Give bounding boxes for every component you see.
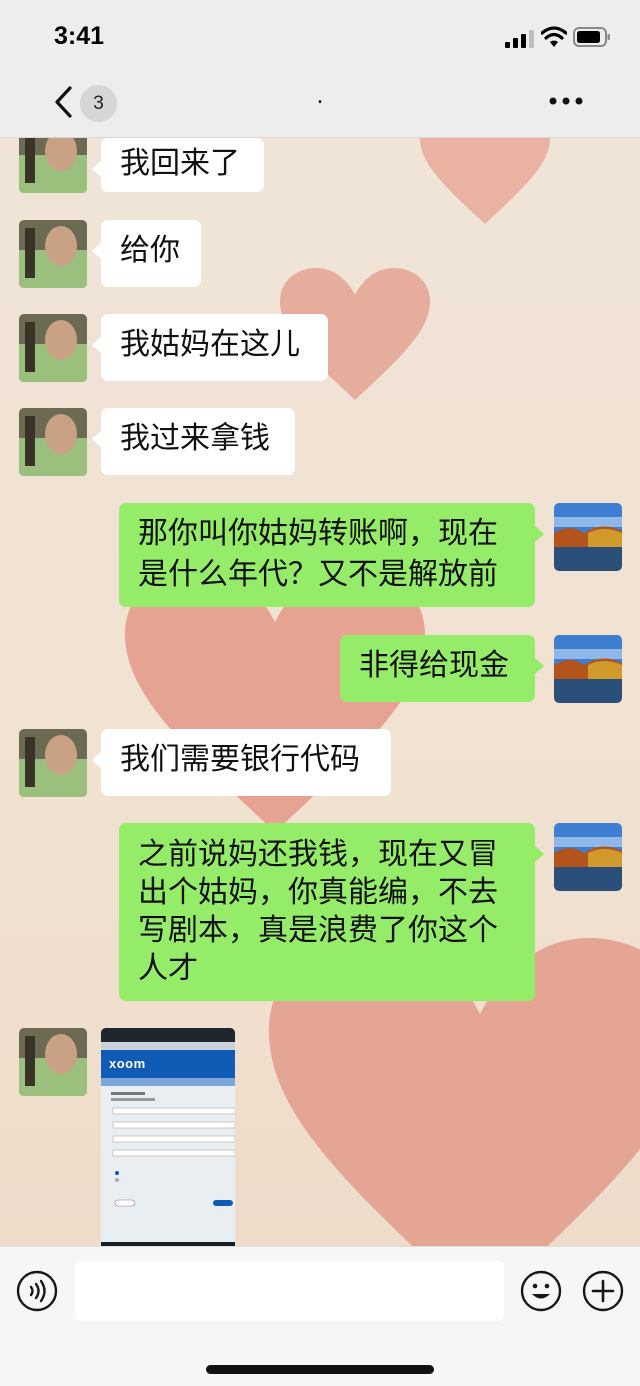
self-avatar[interactable] <box>554 635 622 703</box>
message-bubble-outgoing[interactable]: 之前说妈还我钱，现在又冒出个姑妈，你真能编，不去写剧本，真是浪费了你这个人才 <box>119 823 544 1001</box>
add-attachment-icon[interactable] <box>582 1270 624 1312</box>
contact-avatar[interactable] <box>19 1028 87 1096</box>
message-bubble-outgoing[interactable]: 那你叫你姑妈转账啊，现在是什么年代？又不是解放前 <box>119 503 544 607</box>
background-heart-decoration <box>420 138 550 224</box>
voice-input-icon[interactable] <box>16 1270 58 1312</box>
contact-avatar[interactable] <box>19 138 87 193</box>
signal-icon <box>505 30 534 48</box>
chat-header: 3 . <box>0 70 640 138</box>
image-message-thumbnail[interactable]: xoom <box>101 1028 235 1246</box>
self-avatar[interactable] <box>554 823 622 891</box>
message-bubble-outgoing[interactable]: 非得给现金 <box>340 635 544 702</box>
contact-avatar[interactable] <box>19 314 87 382</box>
battery-icon <box>573 27 610 47</box>
self-avatar[interactable] <box>554 503 622 571</box>
home-indicator <box>206 1365 434 1374</box>
more-options-icon[interactable] <box>549 94 583 108</box>
message-bubble-incoming[interactable]: 给你 <box>92 220 201 287</box>
message-input[interactable] <box>75 1261 504 1321</box>
chat-message-list[interactable]: 我回来了 给你 我姑妈在这儿 我过来拿钱 那你叫你姑妈转账啊，现在是什么年代？又… <box>0 138 640 1246</box>
message-bubble-incoming[interactable]: 我姑妈在这儿 <box>92 314 328 381</box>
emoji-icon[interactable] <box>520 1270 562 1312</box>
message-bubble-incoming[interactable]: 我们需要银行代码 <box>92 729 391 796</box>
contact-avatar[interactable] <box>19 220 87 288</box>
contact-avatar[interactable] <box>19 408 87 476</box>
message-bubble-incoming[interactable]: 我过来拿钱 <box>92 408 295 475</box>
chat-title: . <box>316 84 324 109</box>
message-bubble-incoming[interactable]: 我回来了 <box>92 138 264 192</box>
input-bar <box>0 1246 640 1386</box>
wifi-icon <box>541 26 567 47</box>
image-logo-text: xoom <box>109 1056 146 1071</box>
background-heart-decoration <box>125 568 425 832</box>
status-bar: 3:41 <box>0 0 640 70</box>
status-time: 3:41 <box>54 22 105 50</box>
contact-avatar[interactable] <box>19 729 87 797</box>
